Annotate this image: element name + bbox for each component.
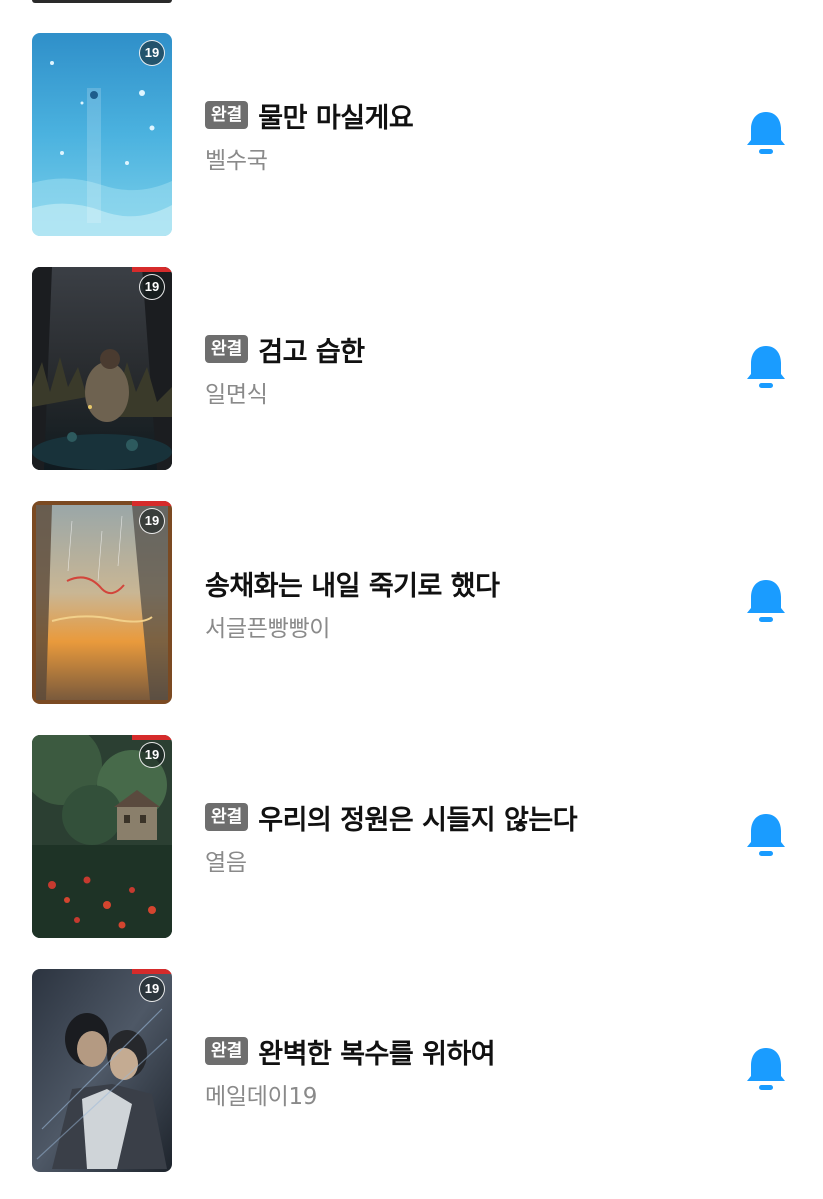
- book-author: 메일데이19: [205, 1084, 318, 1110]
- book-author: 일면식: [205, 382, 268, 408]
- red-stripe: [132, 735, 172, 740]
- book-cover[interactable]: 19: [32, 33, 172, 236]
- book-item[interactable]: 19 완결 우리의 정원은 시들지 않는다 열음: [0, 735, 823, 938]
- bell-icon[interactable]: [745, 811, 787, 859]
- book-info: 송채화는 내일 죽기로 했다 서글픈빵빵이: [205, 563, 705, 643]
- completed-badge: 완결: [205, 101, 249, 129]
- book-info: 완결 우리의 정원은 시들지 않는다 열음: [205, 797, 705, 877]
- book-author: 서글픈빵빵이: [205, 616, 331, 642]
- book-cover[interactable]: 19: [32, 501, 172, 704]
- book-title[interactable]: 물만 마실게요: [258, 96, 413, 135]
- completed-badge: 완결: [205, 803, 249, 831]
- book-item[interactable]: 19 완결 검고 습한 일면식: [0, 267, 823, 470]
- book-list: 19 완결 물만 마실게요 벨수국 19 완결 검고 습한 일면식 19 송채화…: [0, 0, 823, 1199]
- book-item[interactable]: 19 송채화는 내일 죽기로 했다 서글픈빵빵이: [0, 501, 823, 704]
- red-stripe: [132, 969, 172, 974]
- age-rating-badge: 19: [139, 274, 165, 300]
- red-stripe: [132, 501, 172, 506]
- book-cover[interactable]: 19: [32, 267, 172, 470]
- bell-icon[interactable]: [745, 577, 787, 625]
- book-author: 벨수국: [205, 148, 268, 174]
- book-title[interactable]: 우리의 정원은 시들지 않는다: [258, 798, 577, 837]
- book-info: 완결 검고 습한 일면식: [205, 329, 705, 409]
- book-item[interactable]: 19 완결 물만 마실게요 벨수국: [0, 33, 823, 236]
- book-author: 열음: [205, 850, 247, 876]
- book-cover[interactable]: 19: [32, 735, 172, 938]
- completed-badge: 완결: [205, 335, 249, 363]
- book-title[interactable]: 완벽한 복수를 위하여: [258, 1032, 495, 1071]
- completed-badge: 완결: [205, 1037, 249, 1065]
- book-info: 완결 완벽한 복수를 위하여 메일데이19: [205, 1031, 705, 1111]
- book-title[interactable]: 송채화는 내일 죽기로 했다: [205, 564, 500, 603]
- bell-icon[interactable]: [745, 109, 787, 157]
- book-title[interactable]: 검고 습한: [258, 330, 365, 369]
- book-item[interactable]: 19 완결 완벽한 복수를 위하여 메일데이19: [0, 969, 823, 1172]
- bell-icon[interactable]: [745, 343, 787, 391]
- book-info: 완결 물만 마실게요 벨수국: [205, 95, 705, 175]
- age-rating-badge: 19: [139, 742, 165, 768]
- age-rating-badge: 19: [139, 976, 165, 1002]
- red-stripe: [132, 267, 172, 272]
- age-rating-badge: 19: [139, 508, 165, 534]
- bell-icon[interactable]: [745, 1045, 787, 1093]
- age-rating-badge: 19: [139, 40, 165, 66]
- book-cover[interactable]: 19: [32, 969, 172, 1172]
